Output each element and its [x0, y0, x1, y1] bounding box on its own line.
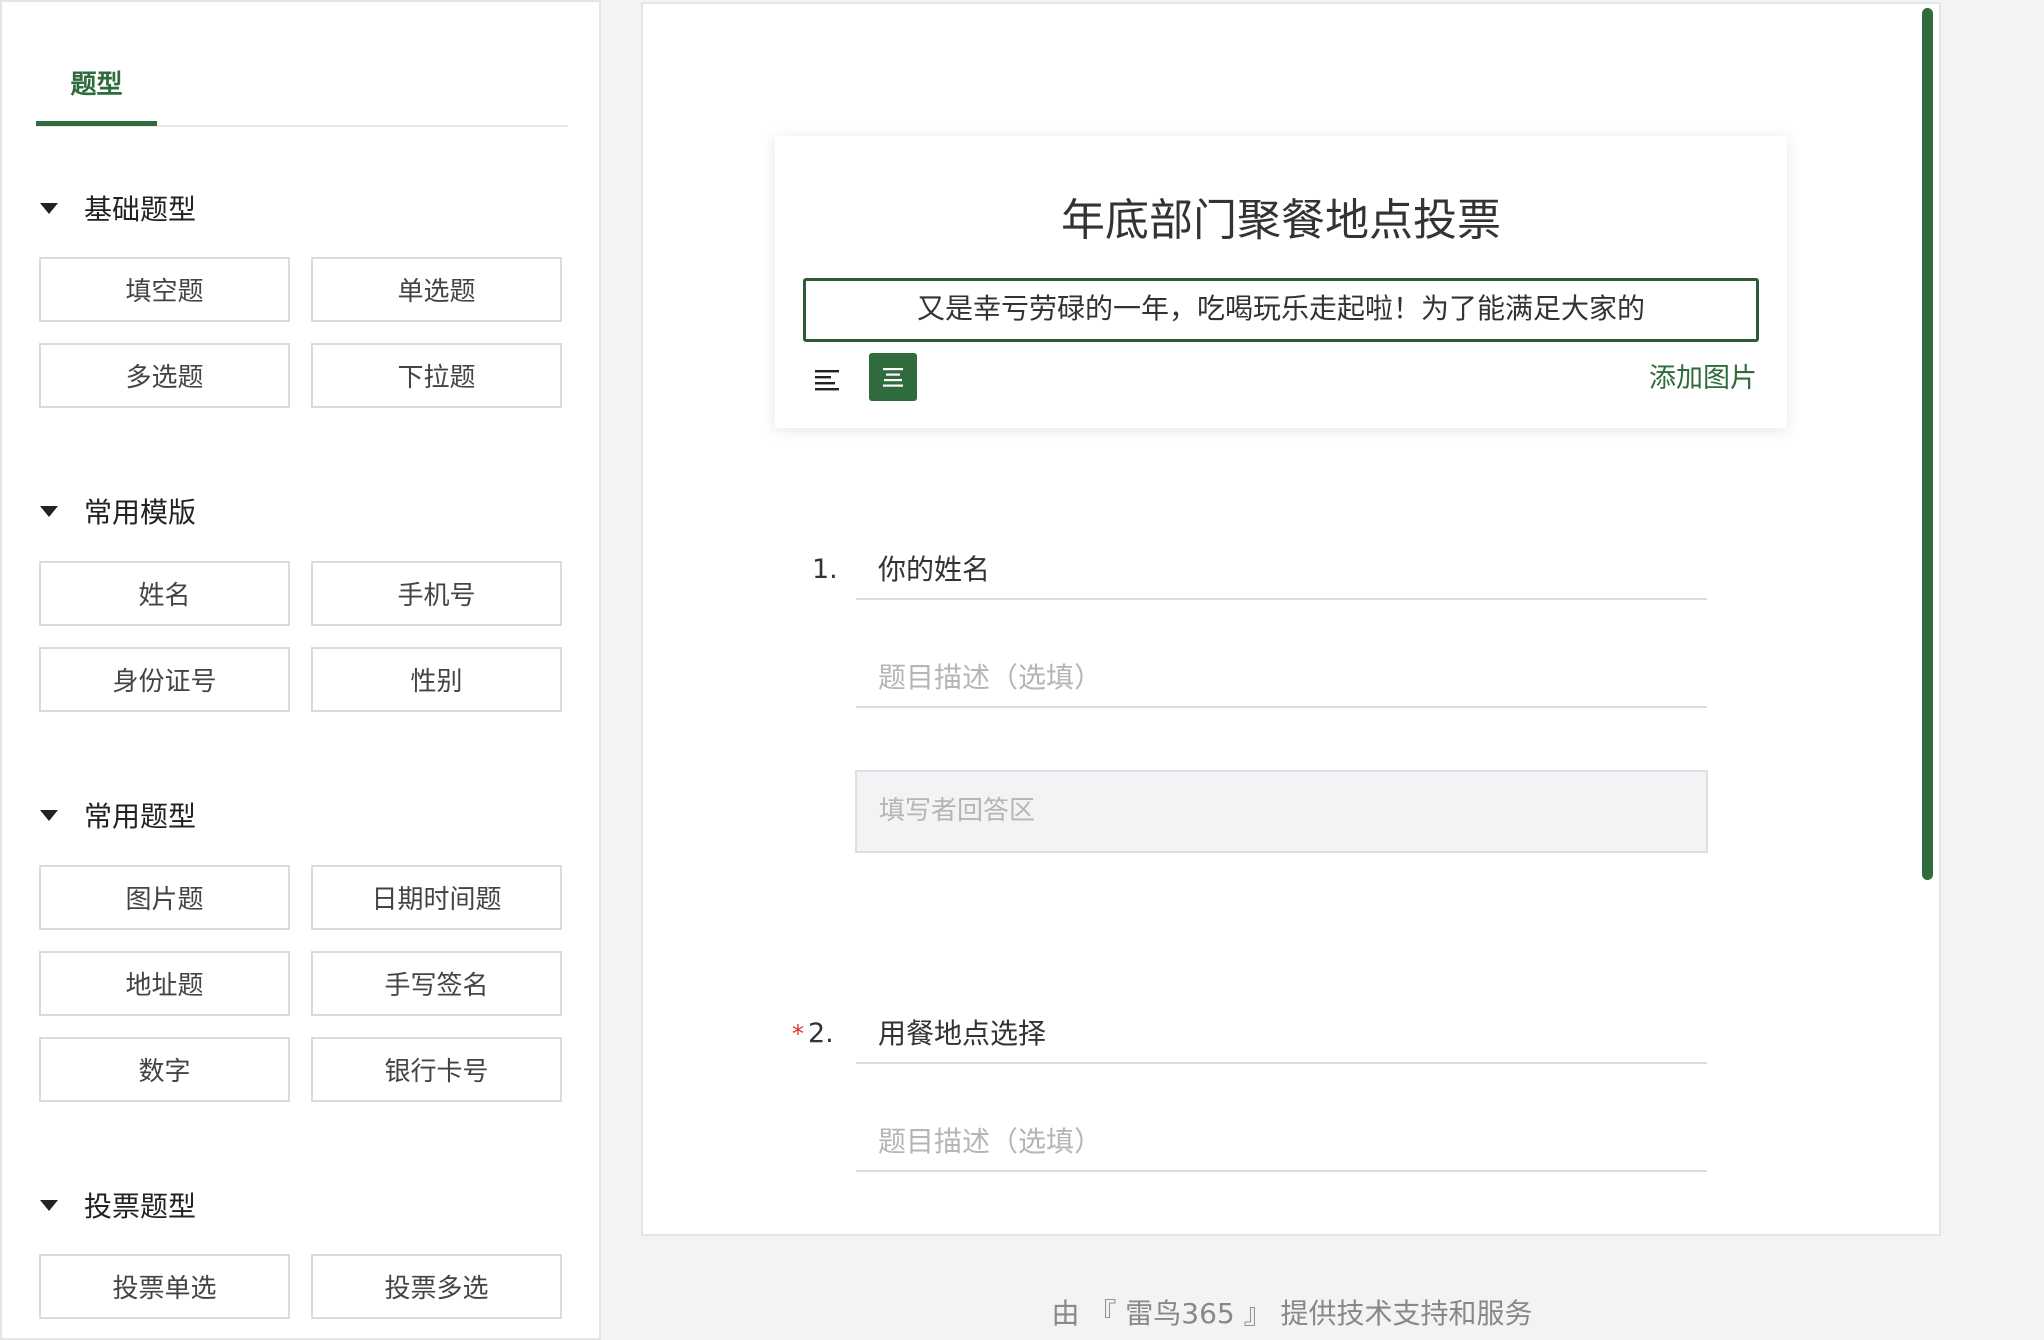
- question-title-input[interactable]: 用餐地点选择: [856, 1012, 1707, 1064]
- form-title[interactable]: 年底部门聚餐地点投票: [775, 184, 1787, 248]
- section-common-types[interactable]: 常用题型: [40, 795, 196, 835]
- caret-down-icon: [40, 505, 58, 517]
- bank-card-button[interactable]: 银行卡号: [311, 1037, 562, 1102]
- question-number-row: * 2.: [792, 1018, 834, 1049]
- question-number: 2.: [808, 1018, 834, 1049]
- vote-single-button[interactable]: 投票单选: [39, 1254, 290, 1319]
- question-description-input[interactable]: 题目描述（选填）: [856, 1120, 1707, 1172]
- caret-down-icon: [40, 202, 58, 214]
- section-title: 基础题型: [84, 193, 197, 226]
- form-header-card: 年底部门聚餐地点投票 又是幸亏劳碌的一年，吃喝玩乐走起啦！为了能满足大家的 添加…: [775, 136, 1787, 428]
- section-title: 常用模版: [84, 496, 197, 529]
- footer-credit: 由 『 雷鸟365 』 提供技术支持和服务: [642, 1292, 1942, 1332]
- name-template-button[interactable]: 姓名: [39, 561, 290, 626]
- align-center-icon[interactable]: [869, 353, 917, 401]
- footer-text: 由 『 雷鸟365 』 提供技术支持和服务: [1051, 1297, 1533, 1330]
- form-description-input[interactable]: 又是幸亏劳碌的一年，吃喝玩乐走起啦！为了能满足大家的: [803, 278, 1759, 342]
- section-vote-types[interactable]: 投票题型: [40, 1185, 196, 1225]
- question-description-input[interactable]: 题目描述（选填）: [856, 656, 1707, 708]
- scrollbar-thumb[interactable]: [1922, 8, 1933, 880]
- question-title-input[interactable]: 你的姓名: [856, 548, 1707, 600]
- id-number-template-button[interactable]: 身份证号: [39, 647, 290, 712]
- add-image-link[interactable]: 添加图片: [1649, 356, 1757, 395]
- multiple-choice-button[interactable]: 多选题: [39, 343, 290, 408]
- question-number: 1.: [812, 554, 838, 585]
- image-question-button[interactable]: 图片题: [39, 865, 290, 930]
- number-question-button[interactable]: 数字: [39, 1037, 290, 1102]
- caret-down-icon: [40, 809, 58, 821]
- required-mark: *: [792, 1020, 804, 1048]
- section-basic-types[interactable]: 基础题型: [40, 188, 196, 228]
- align-left-icon[interactable]: [811, 364, 843, 396]
- address-question-button[interactable]: 地址题: [39, 951, 290, 1016]
- vote-multiple-button[interactable]: 投票多选: [311, 1254, 562, 1319]
- single-choice-button[interactable]: 单选题: [311, 257, 562, 322]
- phone-template-button[interactable]: 手机号: [311, 561, 562, 626]
- dropdown-button[interactable]: 下拉题: [311, 343, 562, 408]
- signature-button[interactable]: 手写签名: [311, 951, 562, 1016]
- fill-blank-button[interactable]: 填空题: [39, 257, 290, 322]
- answer-area: 填写者回答区: [855, 770, 1708, 853]
- section-common-templates[interactable]: 常用模版: [40, 491, 196, 531]
- tab-question-types[interactable]: 题型: [36, 64, 157, 101]
- gender-template-button[interactable]: 性别: [311, 647, 562, 712]
- datetime-question-button[interactable]: 日期时间题: [311, 865, 562, 930]
- section-title: 常用题型: [84, 800, 197, 833]
- active-tab-indicator: [36, 121, 157, 126]
- caret-down-icon: [40, 1199, 58, 1211]
- section-title: 投票题型: [84, 1190, 197, 1223]
- sidebar-tabs: 题型: [36, 2, 568, 127]
